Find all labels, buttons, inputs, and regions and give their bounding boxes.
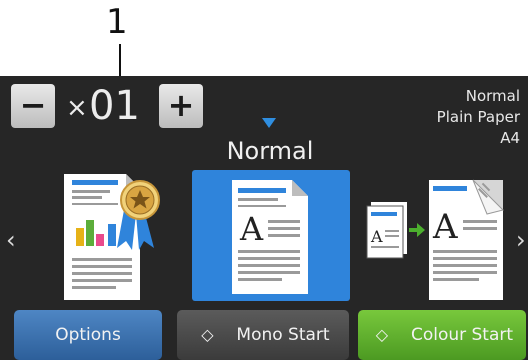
selection-indicator-icon [262, 118, 276, 128]
colour-start-label: Colour Start [410, 325, 514, 345]
svg-text:A: A [370, 227, 383, 246]
svg-text:A: A [239, 210, 264, 248]
quality-ribbon-document-icon [64, 174, 160, 300]
start-icon: ◇ [201, 325, 214, 344]
selected-mode-label: Normal [226, 137, 314, 165]
options-button-label: Options [55, 325, 121, 345]
two-sided-copy-icon: A A [366, 179, 504, 300]
mono-start-label: Mono Start [236, 325, 330, 345]
copy-count: 01 [89, 83, 140, 129]
paper-type-setting: Plain Paper [436, 108, 520, 126]
mono-start-button[interactable]: ◇ Mono Start [177, 310, 349, 360]
touchscreen: − × 01 + Normal Plain Paper A4 Normal ‹ … [0, 76, 528, 360]
mode-normal-card[interactable]: A [192, 170, 350, 301]
scroll-left-arrow-icon[interactable]: ‹ [6, 226, 16, 254]
increase-copies-button[interactable]: + [159, 84, 203, 128]
decrease-copies-button[interactable]: − [11, 84, 55, 128]
paper-size-setting: A4 [500, 129, 520, 147]
times-symbol: × [66, 93, 88, 123]
document-icon: A [232, 180, 308, 294]
start-icon: ◇ [375, 325, 389, 344]
current-settings[interactable]: Normal Plain Paper A4 [437, 86, 520, 149]
options-button[interactable]: Options [14, 310, 162, 360]
mode-2-sided-card[interactable]: A A [363, 170, 513, 304]
mode-quality-card[interactable] [62, 170, 174, 304]
scroll-right-arrow-icon[interactable]: › [516, 226, 526, 254]
colour-start-button[interactable]: ◇ Colour Start [358, 310, 526, 360]
action-bar: Options ◇ Mono Start ◇ Colour Start [0, 310, 528, 360]
callout-number: 1 [106, 2, 128, 42]
quality-setting: Normal [465, 87, 520, 105]
svg-text:A: A [432, 207, 458, 247]
